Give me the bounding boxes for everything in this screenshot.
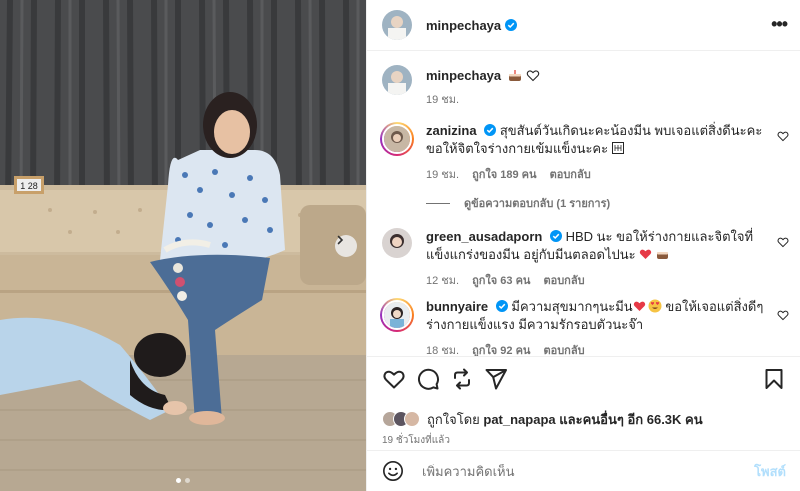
reply-button[interactable]: ตอบกลับ [543,342,584,356]
author-username[interactable]: minpechaya [426,18,501,33]
caption-time: 19 ชม. [426,94,460,106]
carousel-dots [0,478,366,483]
liked-by-text: ถูกใจโดย pat_napapa และคนอื่นๆ อีก 66.3K… [427,409,703,430]
comment-time[interactable]: 19 ชม. [426,166,459,184]
like-comment-heart-icon[interactable] [777,130,789,142]
photo-illustration: 1 28 [0,0,366,491]
heart-outline-emoji-icon [527,70,540,82]
commenter-avatar[interactable] [382,228,412,258]
comment-text: มีความสุขมากๆนะมีน [511,299,633,314]
carousel-dot-active [176,478,181,483]
cake-emoji-icon [508,70,521,81]
heart-icon[interactable] [382,367,406,391]
commenter-avatar[interactable] [380,122,414,156]
save-icon[interactable] [762,367,786,391]
liker-avatars[interactable] [382,411,420,427]
emoji-glyph-icon [611,142,624,154]
verified-badge-icon [495,300,508,312]
comment-likes[interactable]: ถูกใจ 189 คน [472,166,536,184]
verified-badge-icon [505,19,518,31]
post-header: minpechaya ••• [367,0,800,51]
liker-avatar [404,411,420,427]
post-side-panel: minpechaya ••• minpechaya 19 ชม. zanizin… [366,0,800,491]
comment-row: zanizina สุขสันต์วันเกิดนะคะน้องมีน พบเจ… [380,122,766,184]
verified-badge-icon [484,124,497,136]
post-actions: ถูกใจโดย pat_napapa และคนอื่นๆ อีก 66.3K… [367,356,800,448]
caption-row: minpechaya 19 ชม. [382,65,766,109]
heart-emoji-icon [633,301,645,311]
view-replies-label: ดูข้อความตอบกลับ (1 รายการ) [464,198,611,210]
next-photo-button[interactable] [335,235,357,257]
commenter-username[interactable]: zanizina [426,123,477,138]
comment-row: bunnyaire มีความสุขมากๆนะมีน ขอให้เจอแต่… [380,298,766,356]
liked-by-prefix: ถูกใจโดย [427,411,480,427]
author-avatar[interactable] [382,10,412,40]
like-comment-heart-icon[interactable] [777,236,789,248]
caption-username[interactable]: minpechaya [426,68,501,83]
post-photo[interactable]: 1 28 [0,0,366,491]
replies-divider [426,202,450,204]
comment-likes[interactable]: ถูกใจ 92 คน [472,342,530,356]
post-comment-button[interactable]: โพสต์ [754,461,786,482]
carousel-dot [185,478,190,483]
comment-text: สุขสันต์วันเกิดนะคะน้องมีน พบเจอแต่สิ่งด… [426,123,763,156]
likes-summary: ถูกใจโดย pat_napapa และคนอื่นๆ อีก 66.3K… [382,409,786,429]
comment-composer: โพสต์ [367,450,800,491]
liked-by-user[interactable]: pat_napapa [483,412,555,427]
action-icons [382,367,786,391]
liked-by-others[interactable]: และคนอื่นๆ อีก 66.3K คน [559,412,702,427]
comment-time[interactable]: 18 ชม. [426,342,459,356]
cake-emoji-icon [656,252,668,259]
comment-likes[interactable]: ถูกใจ 63 คน [472,272,530,290]
reply-button[interactable]: ตอบกลับ [550,166,591,184]
heart-eyes-emoji-icon [648,299,662,313]
like-comment-heart-icon[interactable] [777,309,789,321]
comment-input[interactable] [422,463,755,479]
calendar-text: 1 28 [20,181,38,191]
commenter-avatar[interactable] [380,298,414,332]
emoji-icon[interactable] [382,460,404,482]
reply-button[interactable]: ตอบกลับ [543,272,584,290]
view-replies-button[interactable]: ดูข้อความตอบกลับ (1 รายการ) [426,194,610,212]
instagram-post-view: 1 28 minpechaya ••• minpechaya 19 ชม. za… [0,0,800,491]
verified-badge-icon [549,230,562,242]
commenter-username[interactable]: green_ausadaporn [426,229,542,244]
share-icon[interactable] [484,367,508,391]
comments-area[interactable]: minpechaya 19 ชม. zanizina สุขสันต์วันเก… [367,52,800,356]
posted-time[interactable]: 19 ชั่วโมงที่แล้ว [382,433,786,448]
repost-icon[interactable] [450,367,474,391]
comment-row: green_ausadaporn HBD นะ ขอให้ร่างกายและจ… [382,228,766,290]
commenter-username[interactable]: bunnyaire [426,299,488,314]
caption-avatar[interactable] [382,65,412,95]
comment-time[interactable]: 12 ชม. [426,272,459,290]
heart-emoji-icon [640,249,652,259]
next-arrow-icon [337,235,344,245]
comment-icon[interactable] [416,367,440,391]
more-options-icon[interactable]: ••• [771,14,788,35]
